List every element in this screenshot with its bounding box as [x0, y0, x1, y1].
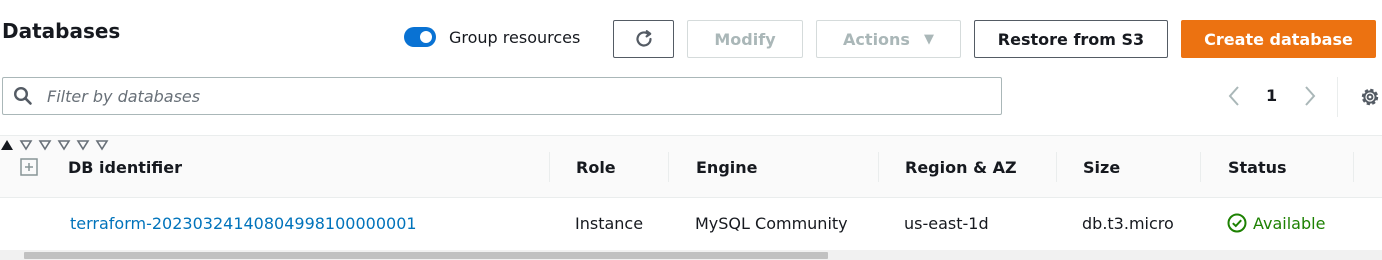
status-label: Available	[1253, 213, 1326, 233]
sort-ascending-icon[interactable]	[0, 139, 14, 151]
db-identifier-link[interactable]: terraform-20230324140804998100000001	[70, 199, 417, 247]
group-resources-label: Group resources	[449, 27, 581, 47]
column-divider	[1056, 152, 1057, 182]
column-header-db-identifier[interactable]: DB identifier	[68, 136, 182, 198]
settings-button[interactable]	[1358, 85, 1382, 113]
refresh-icon	[635, 30, 652, 47]
expand-icon	[20, 158, 38, 176]
horizontal-scrollbar[interactable]	[0, 250, 1382, 260]
expand-all-button[interactable]	[20, 136, 38, 198]
modify-button[interactable]: Modify	[687, 20, 803, 58]
search-icon	[13, 86, 32, 105]
refresh-button[interactable]	[613, 20, 674, 58]
chevron-right-icon	[1305, 86, 1316, 106]
column-divider	[549, 152, 550, 182]
column-header-size[interactable]: Size	[1083, 136, 1120, 198]
actions-label: Actions	[843, 29, 910, 49]
gear-icon	[1361, 88, 1379, 106]
scrollbar-thumb[interactable]	[24, 252, 828, 259]
caret-down-icon: ▼	[923, 31, 934, 47]
column-divider	[1200, 152, 1201, 182]
search-input[interactable]: Filter by databases	[2, 77, 1002, 115]
next-page-button[interactable]	[1300, 83, 1320, 109]
restore-from-s3-button[interactable]: Restore from S3	[974, 20, 1168, 58]
modify-label: Modify	[714, 29, 776, 49]
cell-size: db.t3.micro	[1082, 213, 1174, 233]
column-divider	[668, 152, 669, 182]
toggle-switch[interactable]	[404, 27, 436, 47]
status-badge: Available	[1227, 199, 1325, 247]
column-divider	[1353, 152, 1354, 182]
restore-label: Restore from S3	[997, 29, 1145, 49]
cell-role: Instance	[575, 213, 644, 233]
column-header-status[interactable]: Status	[1228, 136, 1287, 198]
search-placeholder: Filter by databases	[47, 86, 201, 106]
table-row[interactable]: terraform-20230324140804998100000001 Ins…	[0, 199, 1382, 247]
previous-page-button[interactable]	[1224, 83, 1244, 109]
toggle-knob	[420, 31, 432, 43]
table-header: DB identifier Role Engine Region & AZ Si…	[0, 135, 1382, 198]
sort-icon[interactable]	[38, 139, 52, 151]
cell-region-az: us-east-1d	[904, 213, 989, 233]
create-database-button[interactable]: Create database	[1181, 20, 1376, 58]
check-circle-icon	[1227, 213, 1247, 233]
cell-engine: MySQL Community	[695, 213, 848, 233]
column-header-engine[interactable]: Engine	[696, 136, 758, 198]
chevron-left-icon	[1228, 86, 1239, 106]
page-number[interactable]: 1	[1266, 86, 1277, 105]
pager-divider	[1337, 77, 1338, 117]
group-resources-toggle[interactable]: Group resources	[404, 27, 580, 47]
column-header-region-az[interactable]: Region & AZ	[905, 136, 1017, 198]
actions-button[interactable]: Actions ▼	[816, 20, 961, 58]
create-label: Create database	[1204, 29, 1353, 49]
column-header-role[interactable]: Role	[576, 136, 616, 198]
column-divider	[878, 152, 879, 182]
page-title: Databases	[2, 19, 121, 43]
